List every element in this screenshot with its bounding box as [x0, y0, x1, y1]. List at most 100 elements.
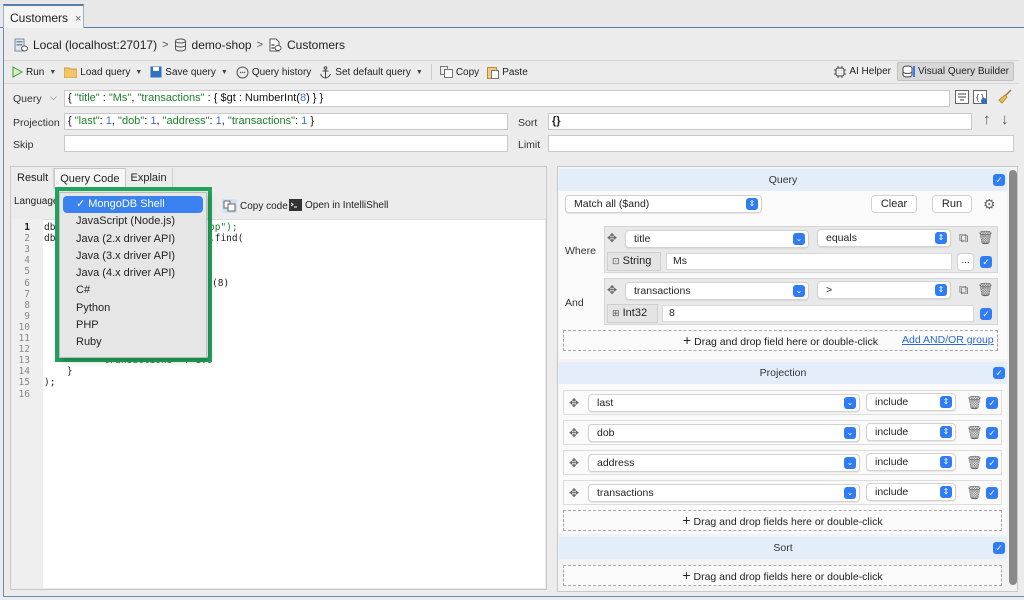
limit-input[interactable]	[548, 135, 1014, 152]
tab-explain[interactable]: Explain	[126, 168, 173, 189]
projection-mode-select[interactable]: include ⇕	[866, 423, 956, 441]
chevron-down-icon[interactable]: ▼	[135, 69, 142, 76]
chevron-down-icon[interactable]: ▼	[49, 69, 56, 76]
sort-input[interactable]: {}	[548, 113, 972, 130]
limit-label: Limit	[518, 139, 541, 151]
projection-field-select[interactable]: last ⌄	[588, 394, 860, 412]
projection-enabled-checkbox[interactable]: ✓	[986, 487, 998, 499]
drag-handle-icon[interactable]: ✥	[569, 426, 579, 440]
breadcrumb-collection[interactable]: Customers	[268, 38, 345, 52]
language-option[interactable]: Java (4.x driver API)	[60, 265, 206, 282]
duplicate-icon[interactable]: ⧉	[959, 282, 968, 298]
line-number: 4	[24, 255, 30, 267]
projection-mode-select[interactable]: include ⇕	[866, 483, 956, 501]
projection-enabled-checkbox[interactable]: ✓	[986, 427, 998, 439]
close-icon[interactable]: ×	[75, 13, 81, 25]
trash-icon[interactable]: 🗑	[966, 485, 983, 501]
run-button[interactable]: Run ▼	[12, 66, 56, 78]
projection-section-checkbox[interactable]: ✓	[993, 367, 1005, 379]
projection-input[interactable]: { "last": 1, "dob": 1, "address": 1, "tr…	[64, 113, 508, 130]
query-history-chevron-icon[interactable]: ⌵	[50, 92, 57, 103]
tab-result[interactable]: Result	[12, 168, 55, 189]
query-section-checkbox[interactable]: ✓	[993, 174, 1005, 186]
language-option[interactable]: C#	[60, 282, 206, 299]
condition-enabled-checkbox[interactable]: ✓	[980, 256, 992, 268]
drag-handle-icon[interactable]: ✥	[569, 486, 579, 500]
language-option[interactable]: PHP	[60, 317, 206, 334]
projection-field-select[interactable]: address ⌄	[588, 454, 860, 472]
drag-handle-icon[interactable]: ✥	[607, 231, 617, 245]
server-icon	[14, 38, 28, 52]
vqb-run-button[interactable]: Run	[932, 195, 972, 213]
set-default-query-button[interactable]: Set default query ▼	[319, 65, 423, 79]
settings-gear-icon[interactable]: ⚙	[983, 196, 996, 213]
value-editor-ellipsis-button[interactable]: ...	[957, 253, 974, 271]
language-label: Language	[14, 196, 59, 207]
query-history-button[interactable]: Query history	[236, 66, 311, 79]
language-option[interactable]: Java (3.x driver API)	[60, 248, 206, 265]
paste-button[interactable]: Paste	[487, 66, 528, 79]
drag-handle-icon[interactable]: ✥	[569, 456, 579, 470]
clear-broom-icon[interactable]	[998, 89, 1012, 107]
type-button-int32[interactable]: ⊞ Int32	[607, 304, 658, 323]
language-option[interactable]: JavaScript (Node.js)	[60, 213, 206, 230]
add-and-or-group-link[interactable]: Add AND/OR group	[902, 334, 994, 346]
condition-field-select[interactable]: title ⌄	[625, 230, 809, 248]
language-option[interactable]: Ruby	[60, 334, 206, 351]
trash-icon[interactable]: 🗑	[966, 425, 983, 441]
condition-operator-select[interactable]: > ⇕	[817, 281, 951, 299]
chip-icon	[834, 65, 847, 78]
open-intellishell-button[interactable]: Open in IntelliShell	[289, 199, 388, 211]
duplicate-icon[interactable]: ⧉	[959, 230, 968, 246]
copy-code-button[interactable]: Copy code	[222, 199, 288, 213]
chevron-down-icon[interactable]: ▼	[416, 69, 423, 76]
type-button-string[interactable]: ⊡ String	[607, 252, 661, 271]
query-input[interactable]: { "title" : "Ms", "transactions" : { $gt…	[64, 90, 950, 107]
plus-icon: +	[682, 567, 691, 583]
condition-field-select[interactable]: transactions ⌄	[625, 282, 809, 300]
line-number: 14	[18, 366, 30, 378]
condition-enabled-checkbox[interactable]: ✓	[980, 308, 992, 320]
projection-drop-zone[interactable]: + Drag and drop fields here or double-cl…	[563, 510, 1002, 531]
projection-enabled-checkbox[interactable]: ✓	[986, 457, 998, 469]
chevron-down-icon[interactable]: ▼	[221, 69, 228, 76]
condition-value-input[interactable]: Ms	[666, 253, 952, 270]
tab-customers[interactable]: Customers ×	[3, 4, 84, 29]
load-query-button[interactable]: Load query ▼	[64, 66, 142, 78]
projection-mode-select[interactable]: include ⇕	[866, 453, 956, 471]
copy-button[interactable]: Copy	[439, 66, 479, 78]
clear-button[interactable]: Clear	[871, 195, 917, 213]
trash-icon[interactable]: 🗑	[966, 455, 983, 471]
condition-operator-select[interactable]: equals ⇕	[817, 229, 951, 247]
plus-icon: +	[682, 512, 691, 528]
vertical-scrollbar[interactable]	[1009, 170, 1017, 585]
trash-icon[interactable]: 🗑	[966, 395, 983, 411]
filter-icon[interactable]	[955, 90, 969, 107]
projection-field-select[interactable]: dob ⌄	[588, 424, 860, 442]
trash-icon[interactable]: 🗑	[977, 282, 994, 298]
projection-mode-select[interactable]: include ⇕	[866, 393, 956, 411]
drag-handle-icon[interactable]: ✥	[569, 396, 579, 410]
language-option[interactable]: ✓ MongoDB Shell	[63, 196, 203, 214]
language-dropdown-menu[interactable]: ✓ MongoDB Shell JavaScript (Node.js) Java (…	[59, 192, 207, 358]
projection-enabled-checkbox[interactable]: ✓	[986, 397, 998, 409]
skip-input[interactable]	[64, 135, 508, 152]
language-option[interactable]: Python	[60, 300, 206, 317]
breadcrumb-server[interactable]: Local (localhost:27017)	[14, 38, 157, 52]
sort-section-checkbox[interactable]: ✓	[993, 542, 1005, 554]
visual-query-builder-button[interactable]: Visual Query Builder	[897, 62, 1014, 81]
language-option[interactable]: Java (2.x driver API)	[60, 231, 206, 248]
match-mode-select[interactable]: Match all ($and) ⇕	[565, 195, 762, 213]
save-query-button[interactable]: Save query ▼	[150, 66, 228, 78]
format-code-icon[interactable]: {}	[973, 90, 988, 108]
breadcrumb-database[interactable]: demo-shop	[174, 38, 252, 52]
projection-field-select[interactable]: transactions ⌄	[588, 484, 860, 502]
ai-helper-button[interactable]: AI Helper	[834, 65, 891, 78]
move-down-arrow-icon[interactable]: ↓	[1001, 111, 1009, 128]
tab-query-code[interactable]: Query Code	[54, 168, 126, 189]
sort-drop-zone[interactable]: + Drag and drop fields here or double-cl…	[563, 565, 1002, 586]
trash-icon[interactable]: 🗑	[977, 230, 994, 246]
drag-handle-icon[interactable]: ✥	[607, 283, 617, 297]
move-up-arrow-icon[interactable]: ↑	[983, 111, 991, 128]
condition-value-input[interactable]: 8	[662, 305, 974, 322]
